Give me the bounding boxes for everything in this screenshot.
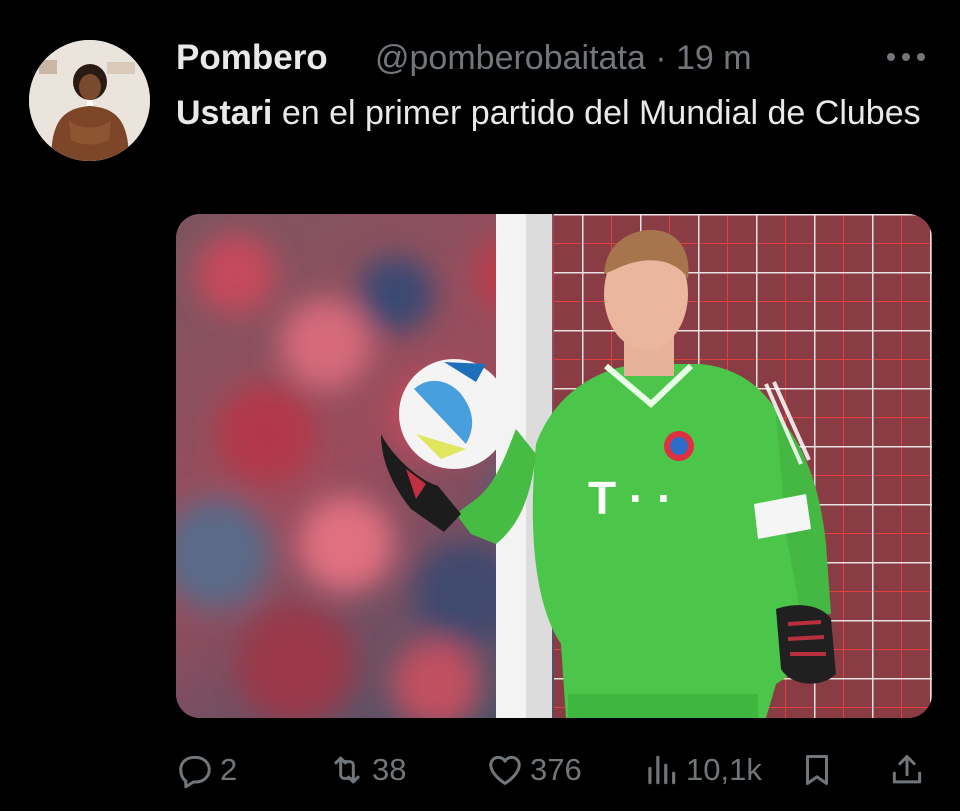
post-actions: 2 38 376 10,1k xyxy=(176,742,932,798)
avatar-image xyxy=(29,40,150,161)
post-header: Pombero @pomberobaitata · 19 m xyxy=(176,36,936,80)
goalkeeper-photo: T · · xyxy=(176,214,932,718)
reply-count: 2 xyxy=(220,752,238,787)
post-text: Ustari en el primer partido del Mundial … xyxy=(176,88,936,138)
views-count: 10,1k xyxy=(686,752,762,787)
bookmark-icon xyxy=(805,755,829,785)
like-button[interactable]: 376 xyxy=(486,742,582,798)
author-handle-time[interactable]: @pomberobaitata · 19 m xyxy=(375,36,752,80)
share-button[interactable] xyxy=(888,742,926,798)
more-button[interactable] xyxy=(884,44,928,70)
views-button[interactable]: 10,1k xyxy=(642,742,762,798)
author-name[interactable]: Pombero xyxy=(176,36,328,80)
views-icon xyxy=(648,755,676,785)
reply-button[interactable]: 2 xyxy=(176,742,237,798)
kit-sponsor-logo: T · · xyxy=(588,472,672,524)
more-icon xyxy=(887,53,925,61)
retweet-button[interactable]: 38 xyxy=(328,742,406,798)
retweet-icon xyxy=(334,756,360,784)
reply-icon xyxy=(179,755,211,789)
retweet-count: 38 xyxy=(372,752,407,787)
like-icon xyxy=(489,755,521,785)
post-image[interactable]: T · · xyxy=(176,214,932,718)
post-text-bold: Ustari xyxy=(176,94,273,132)
avatar[interactable] xyxy=(29,40,150,161)
bookmark-button[interactable] xyxy=(798,742,836,798)
share-icon xyxy=(892,755,922,784)
like-count: 376 xyxy=(530,752,582,787)
post-text-rest: en el primer partido del Mundial de Club… xyxy=(272,94,921,132)
